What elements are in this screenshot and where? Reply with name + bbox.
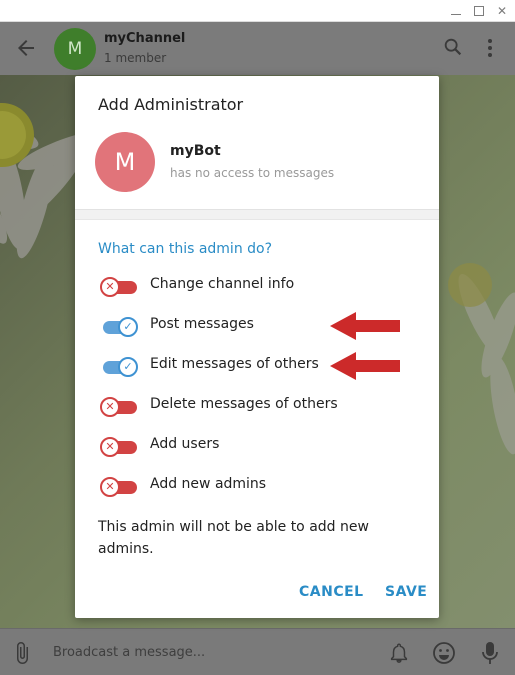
chat-member-count: 1 member: [104, 51, 167, 65]
bot-status: has no access to messages: [170, 166, 335, 180]
toggle-switch[interactable]: ✕: [100, 477, 137, 497]
dialog-title: Add Administrator: [98, 95, 244, 114]
maximize-button[interactable]: [470, 3, 488, 19]
permissions-section-title: What can this admin do?: [98, 241, 273, 257]
toggle-on-icon: ✓: [118, 357, 138, 377]
daisy-background-image-right: [448, 263, 515, 455]
permission-label: Post messages: [150, 316, 254, 332]
attach-icon[interactable]: [10, 641, 34, 665]
bot-name: myBot: [170, 143, 221, 159]
permission-label: Change channel info: [150, 276, 295, 292]
back-arrow-icon[interactable]: [14, 36, 38, 60]
minimize-icon: [451, 14, 461, 15]
toggle-off-icon: ✕: [100, 277, 120, 297]
toggle-off-icon: ✕: [100, 437, 120, 457]
minimize-button[interactable]: [447, 3, 465, 19]
emoji-icon[interactable]: [432, 641, 456, 665]
maximize-icon: [474, 6, 484, 16]
chat-header: M myChannel 1 member: [0, 22, 515, 75]
bell-icon[interactable]: [388, 641, 410, 665]
bot-avatar: M: [95, 132, 155, 192]
message-input[interactable]: Broadcast a message...: [53, 645, 205, 660]
chat-title[interactable]: myChannel: [104, 31, 185, 46]
red-arrow-icon: [330, 312, 400, 340]
permission-delete-messages[interactable]: ✕ Delete messages of others: [95, 393, 425, 419]
admin-note: This admin will not be able to add new a…: [98, 519, 369, 557]
permission-change-channel-info[interactable]: ✕ Change channel info: [95, 273, 425, 299]
permission-label: Add new admins: [150, 476, 267, 492]
permission-label: Add users: [150, 436, 220, 452]
section-divider: [75, 209, 439, 220]
toggle-switch[interactable]: ✓: [100, 357, 138, 377]
toggle-off-icon: ✕: [100, 477, 120, 497]
toggle-switch[interactable]: ✕: [100, 437, 137, 457]
add-administrator-dialog: Add Administrator M myBot has no access …: [75, 76, 439, 618]
red-arrow-icon: [330, 352, 400, 380]
message-composer: Broadcast a message...: [0, 628, 515, 675]
more-vert-icon[interactable]: [482, 37, 498, 59]
permission-add-users[interactable]: ✕ Add users: [95, 433, 425, 459]
permission-label: Delete messages of others: [150, 396, 338, 412]
window-titlebar: ✕: [0, 0, 515, 22]
chat-avatar[interactable]: M: [54, 28, 96, 70]
toggle-switch[interactable]: ✕: [100, 397, 137, 417]
toggle-switch[interactable]: ✓: [100, 317, 138, 337]
mic-icon[interactable]: [480, 640, 500, 666]
search-icon[interactable]: [442, 36, 464, 58]
toggle-off-icon: ✕: [100, 397, 120, 417]
cancel-button[interactable]: CANCEL: [299, 584, 364, 600]
save-button[interactable]: SAVE: [385, 584, 427, 600]
close-button[interactable]: ✕: [493, 3, 511, 19]
toggle-on-icon: ✓: [118, 317, 138, 337]
toggle-switch[interactable]: ✕: [100, 277, 137, 297]
permission-label: Edit messages of others: [150, 356, 319, 372]
permission-add-new-admins[interactable]: ✕ Add new admins: [95, 473, 425, 499]
